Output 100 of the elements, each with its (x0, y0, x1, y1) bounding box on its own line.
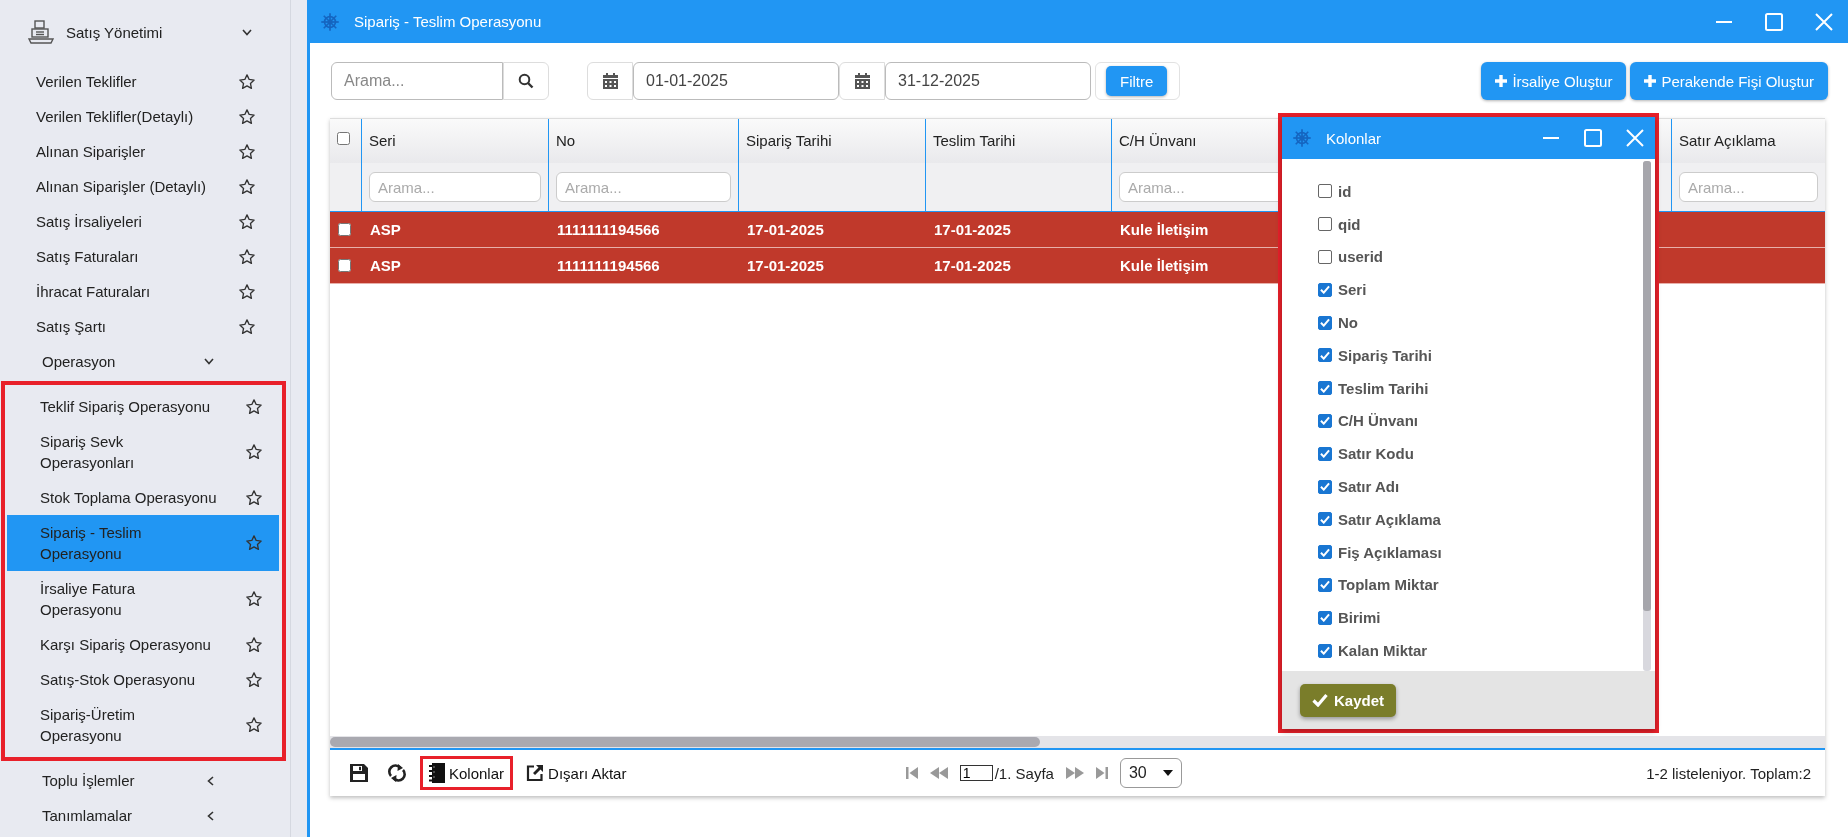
column-option-label: Fiş Açıklaması (1338, 543, 1442, 561)
sidebar-item[interactable]: Satış-Stok Operasyonu (7, 662, 279, 697)
star-icon (238, 282, 256, 301)
star-icon (238, 142, 256, 161)
previous-page-icon[interactable] (929, 766, 948, 780)
checkbox[interactable] (1318, 348, 1332, 363)
calendar-button[interactable] (839, 62, 885, 100)
checkbox[interactable] (1318, 315, 1332, 330)
table-cell-text: Kule İletişim (1119, 220, 1210, 240)
star-icon (238, 107, 256, 126)
table-cell-text: 17-01-2025 (746, 256, 825, 276)
column-option-label: No (1338, 314, 1358, 332)
sidebar-item[interactable]: Alınan Siparişler (Detaylı) (0, 169, 272, 204)
column-option-label: Birimi (1338, 609, 1381, 627)
checkbox[interactable] (1318, 545, 1332, 560)
checkbox[interactable] (1318, 282, 1332, 297)
sidebar-item[interactable]: Satış İrsaliyeleri (0, 204, 272, 239)
next-page-icon[interactable] (1065, 766, 1084, 780)
save-button[interactable]: Kaydet (1300, 683, 1397, 717)
columns-button[interactable]: Kolonlar (420, 756, 514, 790)
calendar-button[interactable] (587, 62, 633, 100)
column-option-label: userid (1338, 248, 1383, 266)
sidebar-item[interactable]: Teklif Sipariş Operasyonu (7, 389, 279, 424)
date-field[interactable]: 31-12-2025 (885, 62, 1091, 100)
star-icon (245, 488, 263, 507)
column-header[interactable]: Satır Açıklama (1672, 119, 1825, 163)
export-button[interactable]: Dışarı Aktar (521, 760, 632, 786)
column-option-label: C/H Ünvanı (1338, 412, 1418, 430)
close-icon[interactable] (1625, 128, 1645, 148)
sidebar-item[interactable]: Satış Faturaları (0, 239, 272, 274)
checkbox[interactable] (1318, 512, 1332, 527)
checkbox[interactable] (1318, 610, 1332, 625)
checkbox[interactable] (1318, 577, 1332, 592)
external-link-icon (526, 764, 545, 782)
column-filter-field[interactable]: Arama... (1679, 172, 1818, 202)
sidebar-item[interactable]: Satış Şartı (0, 309, 272, 344)
checkbox[interactable] (1318, 479, 1332, 494)
plus-icon (1644, 75, 1657, 87)
sidebar-item[interactable]: Stok Toplama Operasyonu (7, 480, 279, 515)
cash-register-icon (28, 19, 54, 45)
column-option-label: Satır Adı (1338, 478, 1400, 496)
search-button[interactable] (503, 62, 549, 100)
sidebar-item[interactable]: Karşı Sipariş Operasyonu (7, 627, 279, 662)
first-page-icon[interactable] (905, 766, 918, 780)
sidebar-item[interactable]: İrsaliye Fatura Operasyonu (7, 571, 279, 627)
column-option-label: Teslim Tarihi (1338, 379, 1429, 397)
check-icon (1312, 693, 1328, 707)
checkbox[interactable] (1318, 381, 1332, 396)
row-checkbox[interactable] (338, 223, 351, 236)
select-all-checkbox[interactable] (337, 132, 350, 145)
star-icon (245, 635, 263, 654)
sidebar-item[interactable]: Sipariş-Üretim Operasyonu (7, 697, 279, 753)
sidebar-item[interactable]: Sipariş - Teslim Operasyonu (7, 515, 279, 571)
table-cell-text: ASP (369, 256, 402, 276)
checkbox[interactable] (1318, 250, 1332, 264)
sidebar-item[interactable]: İhracat Faturaları (0, 274, 272, 309)
submenu-header[interactable]: Operasyon (0, 344, 272, 379)
column-option-label: Kalan Miktar (1338, 642, 1428, 660)
column-option-label: Toplam Miktar (1338, 576, 1439, 594)
scrollbar-thumb[interactable] (1643, 161, 1651, 611)
close-icon[interactable] (1814, 11, 1834, 32)
sidebar-item[interactable]: Alınan Siparişler (0, 134, 272, 169)
table-cell-text: 1111111194566 (556, 220, 661, 240)
checkbox[interactable] (1318, 184, 1332, 199)
calendar-icon (602, 73, 618, 89)
date-field[interactable]: 01-01-2025 (633, 62, 839, 100)
star-icon (238, 317, 256, 336)
row-checkbox[interactable] (338, 259, 351, 272)
star-icon (245, 443, 263, 461)
sidebar-item[interactable]: Verilen Teklifler(Detaylı) (0, 99, 272, 134)
maximize-icon[interactable] (1764, 11, 1784, 32)
scrollbar-thumb[interactable] (330, 737, 1040, 747)
star-icon (245, 716, 263, 734)
sidebar-item[interactable]: Verilen Teklifler (0, 64, 272, 99)
search-field[interactable]: Arama... (331, 62, 503, 100)
column-filter-field[interactable]: Arama... (556, 172, 731, 202)
window-title: Sipariş - Teslim Operasyonu (354, 13, 543, 30)
star-icon (238, 177, 256, 196)
star-icon (238, 72, 256, 91)
wheel-icon (1292, 128, 1312, 148)
checkbox[interactable] (1318, 413, 1332, 428)
maximize-icon[interactable] (1583, 128, 1603, 148)
last-page-icon[interactable] (1095, 766, 1108, 780)
page-size-select[interactable]: 30 (1119, 758, 1182, 788)
plus-icon (1495, 75, 1508, 87)
checkbox[interactable] (1318, 446, 1332, 461)
submenu-header[interactable]: Tanımlamalar (0, 798, 272, 833)
table-cell-text: 1111111194566 (556, 256, 661, 276)
page-number-field[interactable]: 1 (959, 765, 993, 781)
table-cell-text: Kule İletişim (1119, 256, 1210, 276)
column-filter-field[interactable]: Arama... (369, 172, 541, 202)
module-header[interactable]: Satış Yönetimi (0, 0, 290, 64)
table-cell-text: 17-01-2025 (933, 256, 1012, 276)
submenu-header[interactable]: Toplu İşlemler (0, 763, 272, 798)
wheel-icon (320, 11, 340, 32)
sidebar-item[interactable]: Sipariş Sevk Operasyonları (7, 424, 279, 480)
checkbox[interactable] (1318, 217, 1332, 232)
refresh-icon (387, 763, 407, 783)
checkbox[interactable] (1318, 643, 1332, 658)
star-icon (238, 247, 256, 266)
